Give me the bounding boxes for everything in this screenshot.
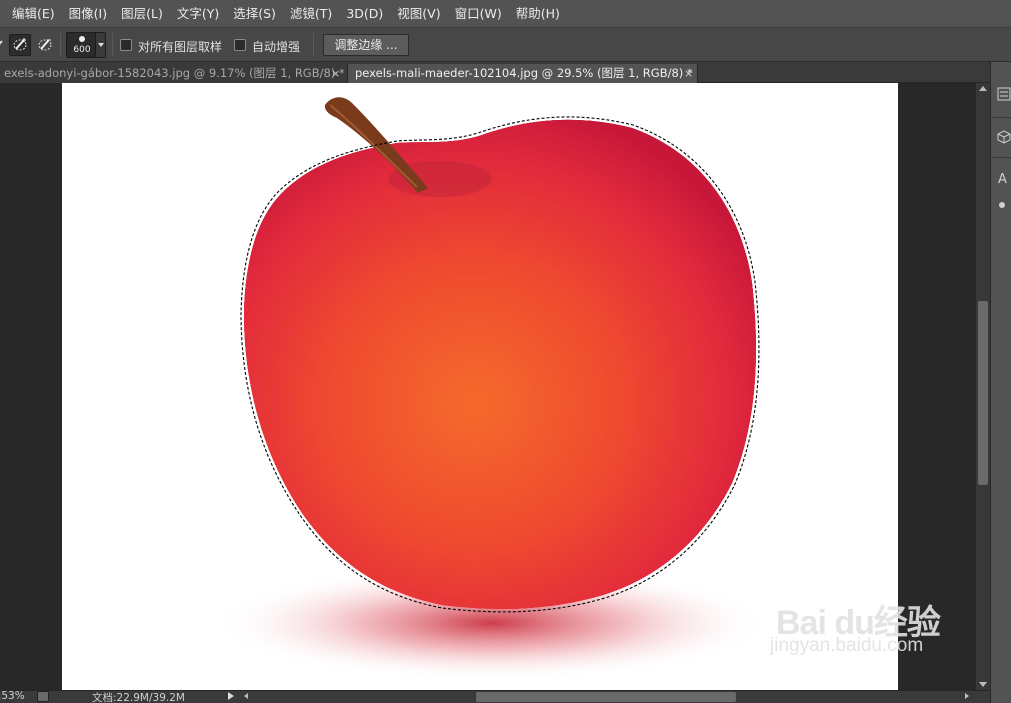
watermark-url: jingyan.baidu.com: [770, 635, 924, 656]
character-panel-icon[interactable]: A: [998, 172, 1007, 187]
status-info-icon[interactable]: [37, 691, 49, 702]
refine-edge-button[interactable]: 调整边缘 ...: [323, 34, 409, 56]
document-tab-mali-maeder[interactable]: pexels-mali-maeder-102104.jpg @ 29.5% (图…: [348, 64, 698, 83]
3d-cube-panel-icon[interactable]: [997, 130, 1011, 144]
document-size: 文档:22.9M/39.2M: [92, 692, 185, 703]
collapsed-panel-strip: A: [990, 62, 1011, 703]
tab-title: exels-adonyi-gábor-1582043.jpg @ 9.17% (…: [4, 66, 345, 80]
add-to-selection-brush-button[interactable]: [9, 34, 31, 56]
menu-bar: 编辑(E) 图像(I) 图层(L) 文字(Y) 选择(S) 滤镜(T) 3D(D…: [0, 0, 1011, 28]
brush-tip-icon: [79, 36, 85, 42]
options-divider: [60, 33, 61, 57]
history-panel-icon[interactable]: [997, 87, 1011, 101]
chevron-down-icon[interactable]: [95, 33, 105, 57]
menu-help[interactable]: 帮助(H): [509, 0, 567, 28]
scroll-left-icon[interactable]: [244, 693, 248, 699]
subtract-from-selection-brush-button[interactable]: [34, 34, 56, 56]
baidu-watermark: Bai du经验 jingyan.baidu.com: [770, 595, 941, 656]
status-bar: .53% 文档:22.9M/39.2M: [0, 690, 990, 703]
panel-divider: [991, 117, 1011, 118]
auto-enhance-checkbox[interactable]: [234, 39, 246, 51]
menu-select[interactable]: 选择(S): [226, 0, 283, 28]
close-icon[interactable]: ×: [684, 64, 693, 83]
menu-type[interactable]: 文字(Y): [170, 0, 226, 28]
brush-preset-picker[interactable]: 600: [66, 32, 106, 58]
paragraph-panel-icon[interactable]: [997, 198, 1011, 212]
tab-title: pexels-mali-maeder-102104.jpg @ 29.5% (图…: [355, 66, 693, 80]
document-tab-bar: exels-adonyi-gábor-1582043.jpg @ 9.17% (…: [0, 62, 993, 83]
quick-selection-subtract-icon: [38, 39, 52, 51]
menu-3d[interactable]: 3D(D): [339, 0, 390, 28]
apple-shade: [244, 119, 756, 609]
options-divider: [313, 33, 314, 57]
auto-enhance-label: 自动增强: [252, 40, 301, 54]
scroll-right-icon[interactable]: [965, 693, 969, 699]
menu-filter[interactable]: 滤镜(T): [283, 0, 339, 28]
apple-photo: [212, 97, 772, 681]
brush-selection-icon: [0, 40, 3, 45]
options-divider: [112, 33, 113, 57]
zoom-level[interactable]: .53%: [0, 690, 25, 702]
panel-divider: [991, 157, 1011, 158]
horizontal-scroll-thumb[interactable]: [476, 692, 736, 702]
menu-edit[interactable]: 编辑(E): [5, 0, 62, 28]
scroll-up-icon[interactable]: [979, 86, 987, 91]
scroll-down-icon[interactable]: [979, 682, 987, 687]
menu-view[interactable]: 视图(V): [390, 0, 447, 28]
status-menu-arrow-icon[interactable]: [228, 692, 234, 700]
sample-all-layers-checkbox[interactable]: [120, 39, 132, 51]
brush-size-value: 600: [73, 45, 91, 55]
quick-selection-add-icon: [13, 38, 27, 51]
vertical-scrollbar: [976, 83, 990, 690]
vertical-scroll-thumb[interactable]: [978, 301, 988, 485]
options-bar: 600 对所有图层取样 自动增强 调整边缘 ...: [0, 28, 1011, 62]
document-tab-adonyi[interactable]: exels-adonyi-gábor-1582043.jpg @ 9.17% (…: [0, 64, 348, 83]
menu-layer[interactable]: 图层(L): [114, 0, 170, 28]
close-icon[interactable]: ×: [331, 64, 340, 83]
menu-window[interactable]: 窗口(W): [448, 0, 509, 28]
menu-image[interactable]: 图像(I): [62, 0, 114, 28]
sample-all-layers-label: 对所有图层取样: [138, 40, 223, 54]
document-canvas[interactable]: [62, 83, 898, 690]
